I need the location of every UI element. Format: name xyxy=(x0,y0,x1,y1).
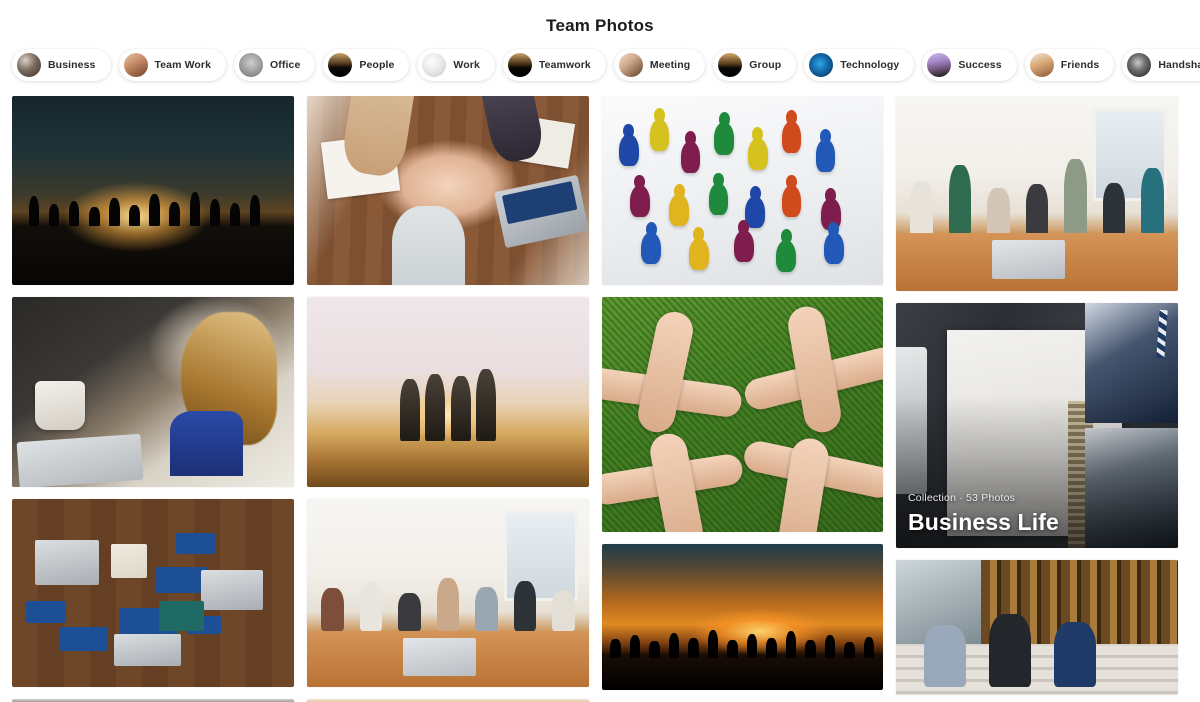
photo-tile-sunset-dance[interactable] xyxy=(602,544,883,690)
chip-label: Office xyxy=(270,58,301,71)
chip-label: Success xyxy=(958,58,1002,71)
category-chip-people[interactable]: People xyxy=(323,48,410,81)
category-chip-work[interactable]: Work xyxy=(417,48,495,81)
success-thumb-icon xyxy=(927,52,952,77)
photo-detail xyxy=(1156,309,1169,359)
photo-tile-topdown-team-desk[interactable] xyxy=(12,499,294,687)
photo-grid-column-3 xyxy=(602,96,883,690)
team-work-thumb-icon xyxy=(123,52,148,77)
category-chip-meeting[interactable]: Meeting xyxy=(613,48,706,81)
photo-detail xyxy=(110,544,148,578)
photo-detail xyxy=(158,600,204,631)
category-chip-team-work[interactable]: Team Work xyxy=(118,48,227,81)
photo-grid: Collection · 53 Photos Business Life xyxy=(12,96,1188,702)
chip-label: Technology xyxy=(840,58,900,71)
photo-tile-bright-room-team[interactable] xyxy=(896,96,1178,291)
chip-label: Team Work xyxy=(154,58,212,71)
category-chip-friends[interactable]: Friends xyxy=(1024,48,1115,81)
work-thumb-icon xyxy=(422,52,447,77)
group-thumb-icon xyxy=(718,52,743,77)
photo-tile-outdoor-steps-talk[interactable] xyxy=(896,560,1178,695)
photo-detail xyxy=(16,433,144,487)
category-chip-business[interactable]: Business xyxy=(12,48,111,81)
category-chip-office[interactable]: Office xyxy=(234,48,316,81)
photo-detail xyxy=(113,634,182,667)
office-thumb-icon xyxy=(239,52,264,77)
photo-detail xyxy=(175,532,216,554)
category-chip-technology[interactable]: Technology xyxy=(804,48,915,81)
collection-meta: Collection · 53 Photos xyxy=(908,492,1016,504)
photo-detail xyxy=(169,411,244,476)
photo-tile-colour-pawns[interactable] xyxy=(602,96,883,285)
photo-detail xyxy=(910,147,1164,237)
photo-grid-column-2 xyxy=(307,96,589,702)
photo-detail xyxy=(989,614,1032,687)
chip-label: Group xyxy=(749,58,782,71)
gallery-page: Team Photos Business Team Work Office Pe… xyxy=(0,0,1200,702)
handshake-thumb-icon xyxy=(1127,52,1152,77)
photo-detail xyxy=(610,623,875,658)
page-title: Team Photos xyxy=(546,16,654,35)
photo-detail xyxy=(59,626,108,652)
photo-tile-hands-on-grass[interactable] xyxy=(602,297,883,532)
photo-tile-office-desk-coffee[interactable] xyxy=(12,297,294,487)
category-chip-success[interactable]: Success xyxy=(922,48,1017,81)
photo-grid-column-4: Collection · 53 Photos Business Life xyxy=(896,96,1178,695)
photo-detail xyxy=(493,174,589,248)
people-thumb-icon xyxy=(328,52,353,77)
photo-tile-friends-sunrise[interactable] xyxy=(307,297,589,487)
friends-thumb-icon xyxy=(1029,52,1054,77)
teamwork-thumb-icon xyxy=(507,52,532,77)
chip-label: Work xyxy=(453,58,480,71)
business-thumb-icon xyxy=(17,52,41,77)
photo-tile-business-life-collection[interactable]: Collection · 53 Photos Business Life xyxy=(896,303,1178,548)
photo-grid-column-1 xyxy=(12,96,294,702)
photo-detail xyxy=(34,540,100,586)
photo-detail xyxy=(155,566,207,593)
photo-detail xyxy=(1053,622,1097,687)
meeting-thumb-icon xyxy=(618,52,643,77)
photo-detail xyxy=(402,638,477,676)
category-chip-group[interactable]: Group xyxy=(713,48,797,81)
chip-label: Business xyxy=(48,58,96,71)
technology-thumb-icon xyxy=(809,52,834,77)
photo-tile-team-meeting-room[interactable] xyxy=(307,499,589,687)
photo-detail xyxy=(991,240,1066,280)
chip-label: People xyxy=(359,58,395,71)
collection-title: Business Life xyxy=(908,509,1059,535)
photo-detail xyxy=(924,624,967,687)
chip-label: Handshake xyxy=(1158,58,1200,71)
photo-detail xyxy=(400,369,496,442)
photo-detail xyxy=(321,555,575,631)
category-chip-handshake[interactable]: Handshake xyxy=(1122,48,1200,81)
category-chip-row[interactable]: Business Team Work Office People Work Te… xyxy=(0,37,1200,89)
photo-tile-hands-on-desk[interactable] xyxy=(307,96,589,285)
photo-detail xyxy=(391,205,465,285)
photo-detail xyxy=(200,570,263,610)
chip-label: Meeting xyxy=(649,58,691,71)
photo-tile-jumping-silhouettes[interactable] xyxy=(12,96,294,285)
chip-label: Teamwork xyxy=(538,58,591,71)
silhouette-figures xyxy=(28,177,261,227)
photo-detail xyxy=(34,380,86,430)
chip-label: Friends xyxy=(1060,58,1100,71)
photo-detail xyxy=(26,600,66,624)
category-chip-teamwork[interactable]: Teamwork xyxy=(502,48,606,81)
